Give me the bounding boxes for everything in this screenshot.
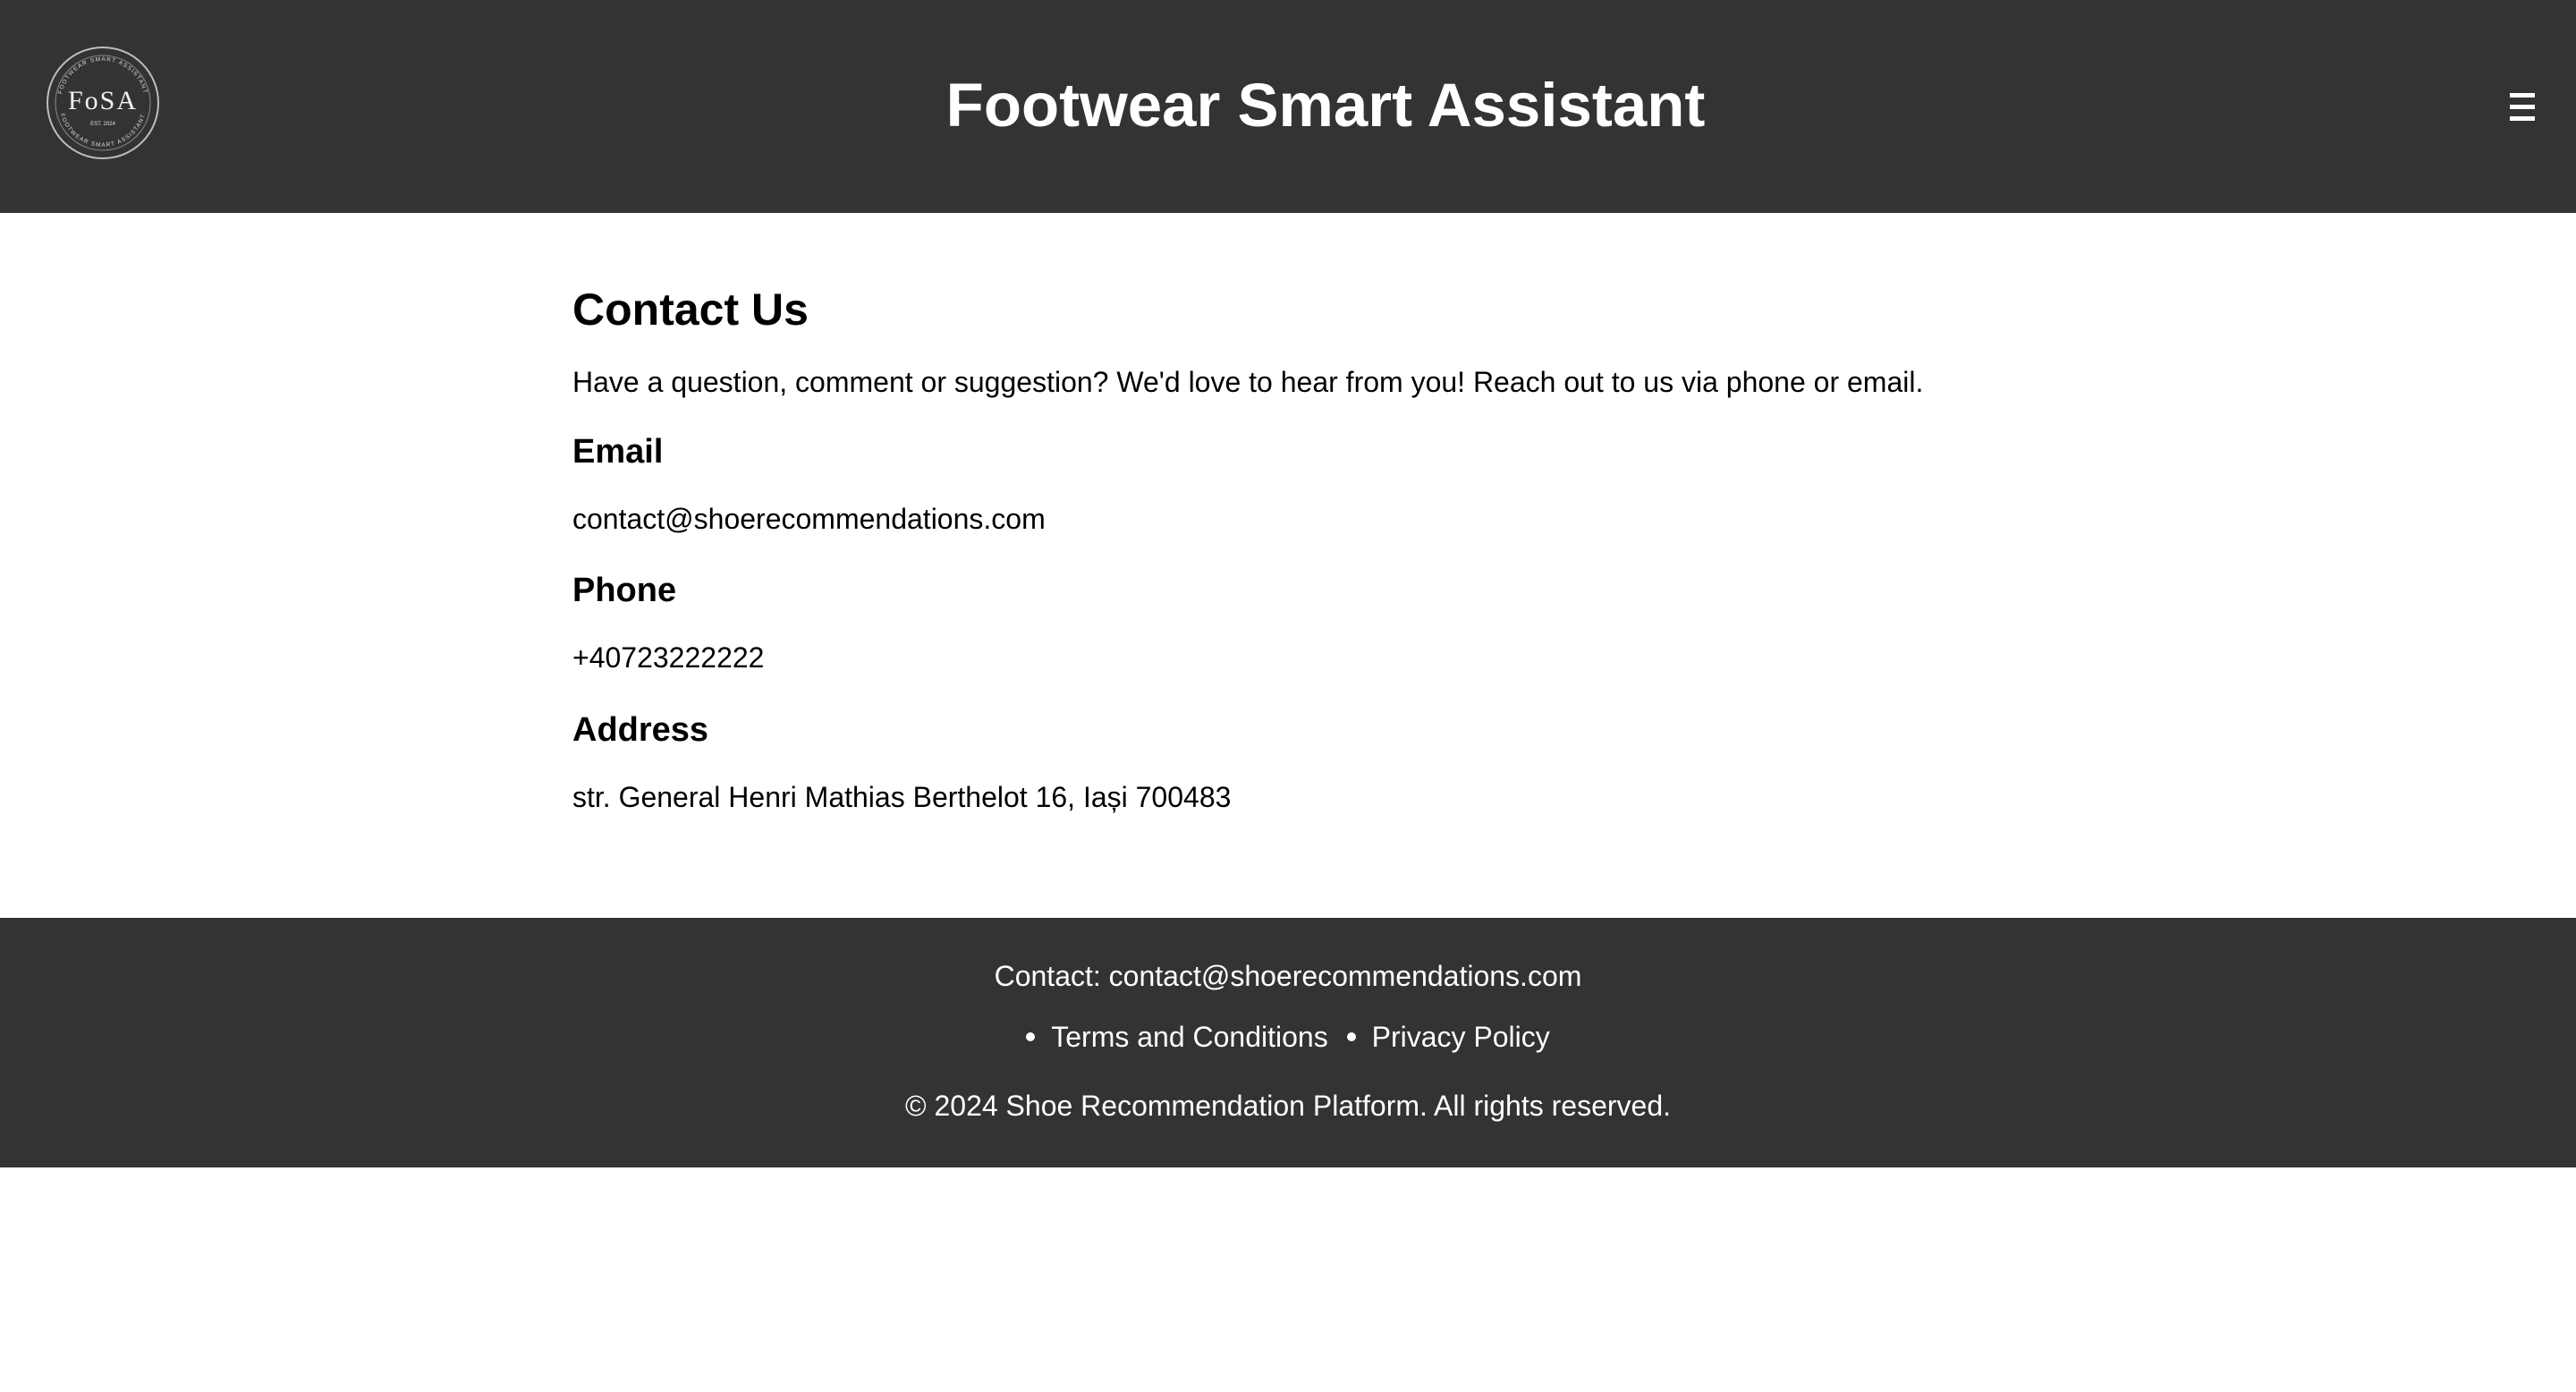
terms-link[interactable]: Terms and Conditions [1051, 1021, 1327, 1053]
site-title: Footwear Smart Assistant [945, 71, 1706, 140]
menu-bar-bottom [2510, 116, 2535, 121]
site-header: FOOTWEAR SMART ASSISTANT FOOTWEAR SMART … [0, 0, 2576, 213]
bullet-icon [1026, 1031, 1036, 1041]
footer-link-item: Privacy Policy [1346, 1019, 1550, 1055]
email-heading: Email [572, 433, 664, 471]
footer-link-item: Terms and Conditions [1026, 1019, 1328, 1055]
footer-links: Terms and Conditions Privacy Policy [0, 1019, 2576, 1055]
intro-text: Have a question, comment or suggestion? … [572, 366, 1924, 398]
address-value: str. General Henri Mathias Berthelot 16,… [572, 781, 1232, 813]
phone-heading: Phone [572, 572, 677, 609]
email-value[interactable]: contact@shoerecommendations.com [572, 501, 1046, 537]
address-heading: Address [572, 711, 709, 749]
footer-contact[interactable]: Contact: contact@shoerecommendations.com [0, 958, 2576, 994]
phone-value[interactable]: +40723222222 [572, 640, 764, 675]
site-footer: Contact: contact@shoerecommendations.com… [0, 918, 2576, 1167]
privacy-link[interactable]: Privacy Policy [1372, 1021, 1550, 1053]
bullet-icon [1346, 1031, 1356, 1041]
menu-bar-top [2510, 93, 2535, 98]
page-title: Contact Us [572, 284, 809, 335]
menu-bar-middle [2510, 105, 2535, 109]
hamburger-menu-icon[interactable] [2499, 77, 2542, 138]
footer-copyright: © 2024 Shoe Recommendation Platform. All… [905, 1090, 1671, 1122]
